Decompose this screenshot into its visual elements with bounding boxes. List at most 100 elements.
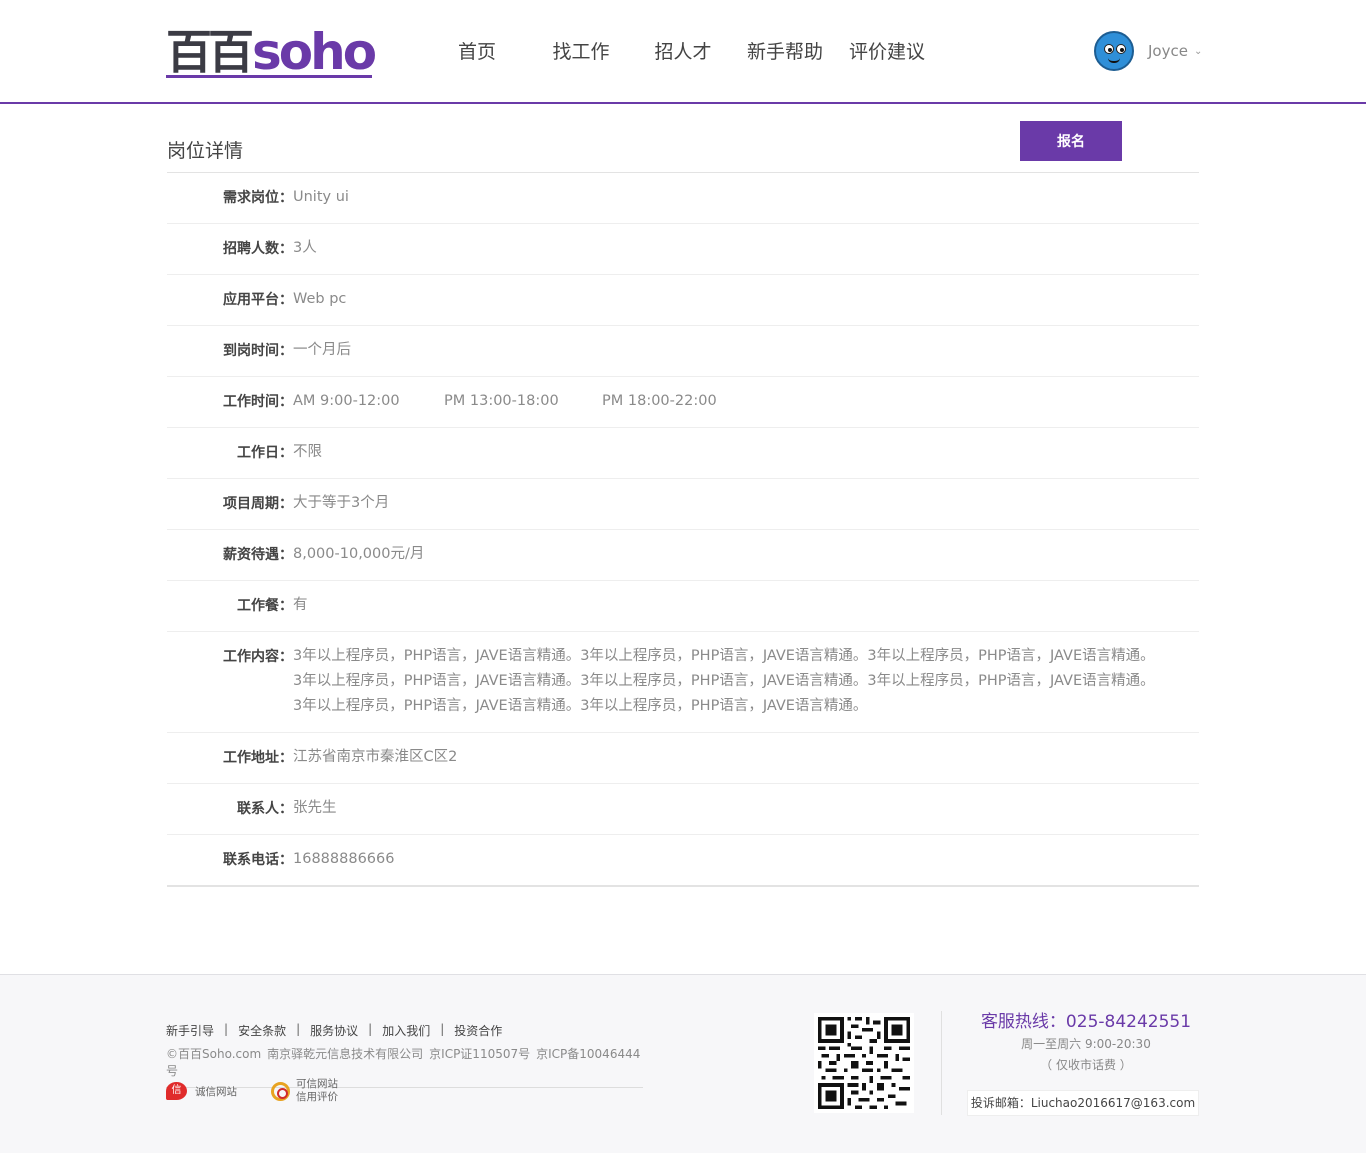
row-label: 工作内容 (223, 649, 279, 665)
user-menu[interactable]: Joyce ⌄ (1094, 31, 1202, 71)
trust-badges: 信 诚信网站 可信网站 信用评价 (166, 1078, 338, 1104)
avatar-mouth (1108, 58, 1120, 63)
row-colon: ： (279, 649, 293, 665)
row-value: 不限 (293, 444, 322, 460)
detail-row-platform: 应用平台 ： Web pc (167, 275, 1199, 326)
row-label: 工作餐 (237, 598, 279, 614)
footer-separator: | (224, 1022, 229, 1036)
trust-badge-icon (271, 1081, 290, 1101)
footer-separator: | (440, 1022, 445, 1036)
row-label: 招聘人数 (223, 241, 279, 257)
logo-en-text: soho (252, 23, 377, 81)
service-hotline: 客服热线：025-84242551 (980, 1012, 1192, 1032)
row-label: 联系人 (237, 801, 279, 817)
row-label: 工作时间 (223, 394, 279, 410)
row-value: Unity ui (293, 189, 349, 205)
row-value: 一个月后 (293, 342, 351, 358)
detail-row-headcount: 招聘人数 ： 3人 (167, 224, 1199, 275)
row-colon: ： (279, 750, 293, 766)
detail-row-phone: 联系电话 ： 16888886666 (167, 835, 1199, 885)
nav-hire-talent[interactable]: 招人才 (646, 36, 720, 68)
footer-separator: | (368, 1022, 373, 1036)
nav-home[interactable]: 首页 (440, 36, 514, 68)
detail-row-meal: 工作餐 ： 有 (167, 581, 1199, 632)
row-value: 大于等于3个月 (293, 495, 390, 511)
complaint-email[interactable]: 投诉邮箱：Liuchao2016617@163.com (967, 1090, 1199, 1116)
qr-code-graphic (818, 1017, 910, 1109)
content-line: 3年以上程序员，PHP语言，JAVE语言精通。3年以上程序员，PHP语言，JAV… (293, 673, 1155, 689)
copyright-site: ©百百Soho.com (166, 1047, 262, 1061)
row-value: 有 (293, 597, 308, 613)
time-slot-afternoon: PM 13:00-18:00 (444, 393, 559, 409)
row-value: AM 9:00-12:00 PM 13:00-18:00 PM 18:00-22:0… (293, 389, 717, 414)
row-colon: ： (279, 547, 293, 563)
row-colon: ： (279, 241, 293, 257)
row-label: 工作地址 (223, 750, 279, 766)
row-colon: ： (279, 292, 293, 308)
footer-divider (941, 1011, 942, 1115)
row-value: 江苏省南京市秦淮区C区2 (293, 749, 458, 765)
badge-label-line2: 信用评价 (296, 1091, 338, 1103)
footer-link-invest[interactable]: 投资合作 (454, 1022, 502, 1039)
row-label: 需求岗位 (223, 190, 279, 206)
time-slot-evening: PM 18:00-22:00 (602, 393, 717, 409)
row-label: 薪资待遇 (223, 547, 279, 563)
copyright-company: 南京驿乾元信息技术有限公司 (267, 1047, 424, 1061)
detail-row-work-hours: 工作时间 ： AM 9:00-12:00 PM 13:00-18:00 PM 18:… (167, 377, 1199, 428)
chevron-down-icon[interactable]: ⌄ (1194, 46, 1202, 57)
qr-code (814, 1013, 914, 1113)
row-colon: ： (279, 598, 293, 614)
avatar-eye-right (1116, 44, 1126, 54)
content-line: 3年以上程序员，PHP语言，JAVE语言精通。3年以上程序员，PHP语言，JAV… (293, 698, 868, 714)
nav-feedback[interactable]: 评价建议 (842, 36, 932, 68)
row-label: 到岗时间 (223, 343, 279, 359)
site-footer: 新手引导 | 安全条款 | 服务协议 | 加入我们 | 投资合作 ©百百Soho… (0, 974, 1366, 1153)
service-hours: 周一至周六 9:00-20:30 (1021, 1037, 1151, 1051)
time-slot-morning: AM 9:00-12:00 (293, 393, 400, 409)
nav-help[interactable]: 新手帮助 (740, 36, 830, 68)
row-label: 联系电话 (223, 852, 279, 868)
logo-cn-text: 百百 (166, 25, 254, 79)
row-colon: ： (279, 190, 293, 206)
nav-find-job[interactable]: 找工作 (544, 36, 618, 68)
site-header: 百百 soho 首页 找工作 招人才 新手帮助 评价建议 Joyce ⌄ (0, 0, 1366, 104)
row-colon: ： (279, 852, 293, 868)
detail-row-position: 需求岗位 ： Unity ui (167, 173, 1199, 224)
avatar-eye-left (1104, 44, 1114, 54)
apply-button[interactable]: 报名 (1020, 121, 1122, 161)
footer-link-join[interactable]: 加入我们 (382, 1022, 430, 1039)
page-title: 岗位详情 (167, 140, 244, 162)
credit-website-badge[interactable]: 信 诚信网站 (166, 1078, 237, 1104)
row-label: 工作日 (237, 445, 279, 461)
main-nav: 首页 找工作 招人才 新手帮助 评价建议 (440, 36, 932, 68)
row-value: 3人 (293, 240, 317, 256)
row-value: 16888886666 (293, 851, 395, 867)
footer-link-agreement[interactable]: 服务协议 (310, 1022, 358, 1039)
avatar[interactable] (1094, 31, 1134, 71)
footer-link-guide[interactable]: 新手引导 (166, 1022, 214, 1039)
row-colon: ： (279, 445, 293, 461)
logo-underline (166, 75, 372, 78)
detail-row-content: 工作内容 ： 3年以上程序员，PHP语言，JAVE语言精通。3年以上程序员，PH… (167, 632, 1199, 733)
detail-row-address: 工作地址 ： 江苏省南京市秦淮区C区2 (167, 733, 1199, 784)
badge-label: 可信网站 信用评价 (296, 1078, 338, 1104)
credit-badge-icon: 信 (166, 1082, 187, 1100)
row-label: 项目周期 (223, 496, 279, 512)
detail-row-contact: 联系人 ： 张先生 (167, 784, 1199, 835)
footer-link-security[interactable]: 安全条款 (238, 1022, 286, 1039)
row-label: 应用平台 (223, 292, 279, 308)
user-name[interactable]: Joyce (1148, 42, 1188, 60)
row-value: Web pc (293, 291, 347, 307)
badge-label: 诚信网站 (195, 1085, 237, 1098)
row-colon: ： (279, 343, 293, 359)
trusted-website-badge[interactable]: 可信网站 信用评价 (271, 1078, 338, 1104)
row-value: 8,000-10,000元/月 (293, 546, 425, 562)
row-value: 张先生 (293, 800, 337, 816)
footer-separator: | (296, 1022, 301, 1036)
detail-row-period: 项目周期 ： 大于等于3个月 (167, 479, 1199, 530)
row-colon: ： (279, 496, 293, 512)
detail-row-workdays: 工作日 ： 不限 (167, 428, 1199, 479)
site-logo[interactable]: 百百 soho (166, 23, 377, 81)
copyright-icp-license: 京ICP证110507号 (429, 1047, 531, 1061)
badge-label-line1: 可信网站 (296, 1078, 338, 1090)
